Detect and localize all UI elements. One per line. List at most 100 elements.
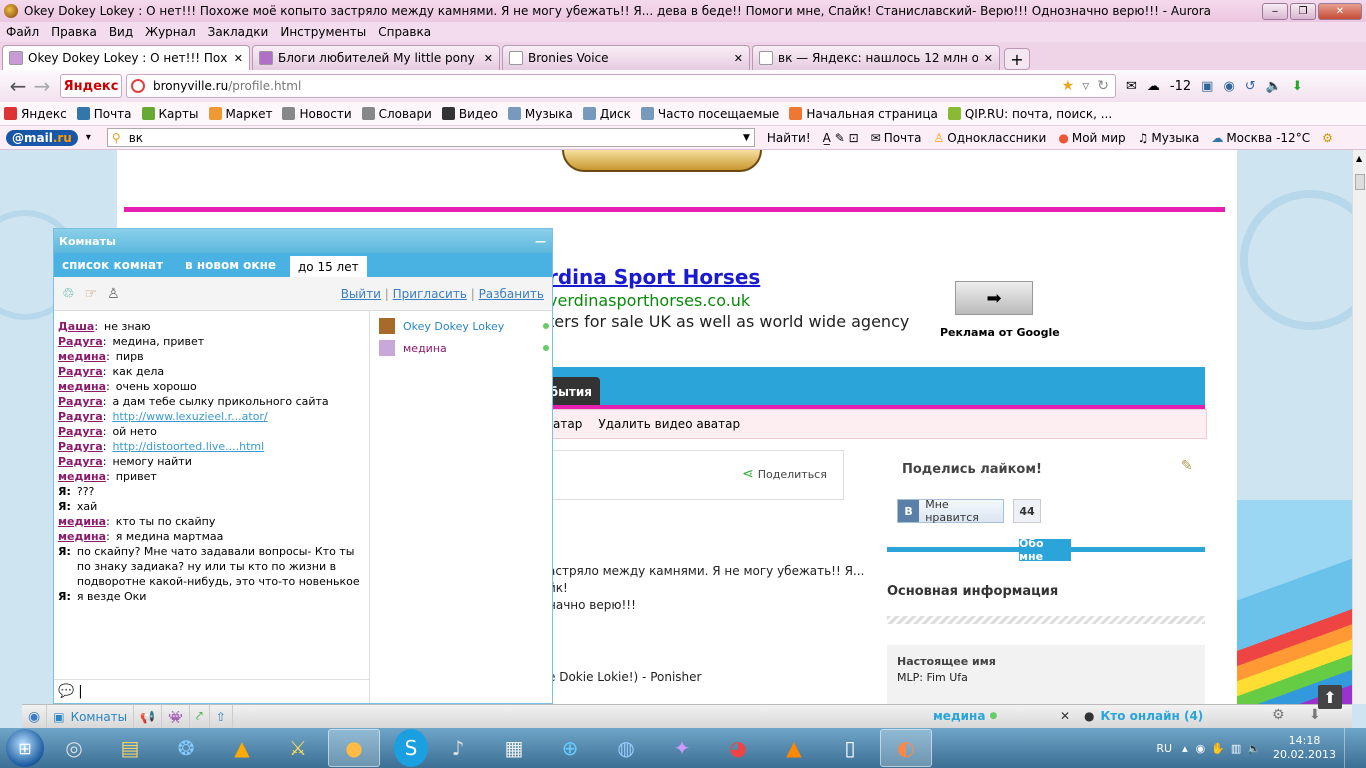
start-button[interactable]: ⊞	[6, 729, 44, 767]
url-bar[interactable]: bronyville.ru/profile.html ★ ▿ ↻	[126, 74, 1116, 98]
close-button[interactable]: ✕	[1318, 2, 1362, 20]
chat-message-input[interactable]: 💬 |	[54, 679, 369, 703]
taskbar-app-icon[interactable]: ❂	[160, 729, 212, 767]
search-dropdown-icon[interactable]: ▼	[743, 133, 750, 143]
chat-user-name[interactable]: медина	[403, 342, 447, 355]
upload-icon[interactable]: ⇧	[210, 704, 233, 729]
invader-icon[interactable]: 👾	[162, 704, 191, 729]
chat-nick[interactable]: Радуга	[58, 424, 103, 439]
tray-up-icon[interactable]: ▴	[1182, 742, 1188, 755]
menu-item[interactable]: Файл	[6, 25, 39, 39]
pencil-icon[interactable]: ✎	[1181, 458, 1193, 474]
scroll-up-icon[interactable]: ▲	[1356, 154, 1362, 163]
vlc-icon[interactable]: ▲	[768, 729, 820, 767]
rooms-button[interactable]: ▣ Комнаты	[47, 704, 135, 729]
taskbar-app-icon[interactable]: ⚔	[272, 729, 324, 767]
forward-button[interactable]: →	[30, 74, 54, 98]
moy-mir-link[interactable]: ● Мой мир	[1058, 131, 1125, 145]
chat-minimize-button[interactable]: —	[535, 235, 546, 248]
bookmark-item[interactable]: Словари	[361, 107, 432, 121]
taskbar-app-icon[interactable]: ◎	[48, 729, 100, 767]
network-tray-icon[interactable]: ▥	[1231, 742, 1241, 755]
download-icon[interactable]: ⬇	[1292, 79, 1303, 94]
toolbar-menu-icon[interactable]: ▾	[86, 132, 91, 143]
chat-link[interactable]: http://www.lexuzieel.r...ator/	[112, 409, 267, 424]
tray-app-icon[interactable]: ◉	[1196, 742, 1206, 755]
bookmark-item[interactable]: Начальная страница	[789, 107, 938, 121]
bookmark-item[interactable]: Диск	[582, 107, 631, 121]
speaker-icon[interactable]: 🔈	[1266, 79, 1282, 94]
find-button[interactable]: Найти!	[767, 131, 811, 145]
mailru-search-input[interactable]: ⚲ вк ▼	[106, 128, 755, 147]
mail-icon[interactable]: ✉	[1126, 79, 1137, 94]
language-indicator[interactable]: RU	[1156, 742, 1172, 755]
megaphone-icon[interactable]: 📢	[134, 704, 163, 729]
chat-nick[interactable]: медина	[58, 469, 106, 484]
chat-nick[interactable]: Радуга	[58, 394, 103, 409]
bookmark-item[interactable]: Яндекс	[4, 107, 67, 121]
music-link[interactable]: ♫ Музыка	[1138, 131, 1200, 145]
ad-title-link[interactable]: rdina Sport Horses	[548, 265, 760, 289]
bookmark-item[interactable]: Новости	[282, 107, 352, 121]
browser-tab[interactable]: Bronies Voice ✕	[502, 45, 750, 70]
menu-item[interactable]: Справка	[378, 25, 431, 39]
dropdown-icon[interactable]: ▿	[1082, 78, 1089, 94]
who-online-button[interactable]: ● Кто онлайн (4)	[1084, 705, 1203, 727]
chrome-icon[interactable]: ◕	[712, 729, 764, 767]
yandex-button[interactable]: Яндекс	[60, 74, 122, 98]
chat-nick[interactable]: Радуга	[58, 439, 103, 454]
hand-icon[interactable]: ☞	[85, 286, 98, 302]
chat-nick[interactable]: медина	[58, 514, 106, 529]
tab-close-icon[interactable]: ✕	[484, 52, 493, 65]
bookmark-manager-icon[interactable]: ▣	[1201, 79, 1213, 94]
mailru-logo[interactable]: @mail.ru	[6, 129, 78, 146]
bookmark-item[interactable]: Музыка	[507, 107, 573, 121]
chat-tab-medina[interactable]: медина ● ✕	[928, 705, 1076, 727]
unban-link[interactable]: Разбанить	[479, 287, 544, 301]
chat-nick[interactable]: Даша	[58, 319, 94, 334]
bookmark-item[interactable]: QIP.RU: почта, поиск, ...	[947, 107, 1112, 121]
bookmark-item[interactable]: Часто посещаемые	[640, 107, 779, 121]
chat-nick[interactable]: Радуга	[58, 364, 103, 379]
chat-nick[interactable]: медина	[58, 529, 106, 544]
tab-close-icon[interactable]: ✕	[734, 52, 743, 65]
bookmark-item[interactable]: Почта	[76, 107, 132, 121]
toolbar-mail-link[interactable]: ✉ Почта	[871, 131, 922, 145]
page-scrollbar[interactable]: ▲	[1352, 150, 1366, 704]
highlight-icon[interactable]: A̲ ✎ ⊡	[823, 131, 859, 145]
browser-tab[interactable]: вк — Яндекс: нашлось 12 млн ответ... ✕	[752, 45, 1000, 70]
tab-room-list[interactable]: список комнат	[54, 253, 171, 277]
delete-video-avatar-link[interactable]: Удалить видео аватар	[598, 417, 740, 431]
chat-user-name[interactable]: Okey Dokey Lokey	[403, 320, 504, 333]
volume-icon[interactable]: 🔈	[1247, 742, 1261, 755]
settings-gear-icon[interactable]: ⚙	[1322, 131, 1333, 145]
back-button[interactable]: ←	[6, 74, 30, 98]
scrollbar-thumb[interactable]	[1355, 174, 1365, 190]
menu-item[interactable]: Вид	[109, 25, 133, 39]
browser-tab[interactable]: Блоги любителей My little pony - Б... ✕	[252, 45, 500, 70]
share-icon[interactable]: ⤤	[190, 704, 210, 729]
chat-collapse-icon[interactable]: ⬇	[1309, 707, 1321, 723]
menu-item[interactable]: Инструменты	[280, 25, 366, 39]
share-button[interactable]: ⋖ Поделиться	[742, 466, 827, 482]
bookmark-item[interactable]: Видео	[441, 107, 498, 121]
avatar-link[interactable]: атар	[553, 417, 582, 431]
explorer-icon[interactable]: ▤	[104, 729, 156, 767]
taskbar-app-icon[interactable]: ▦	[488, 729, 540, 767]
close-chat-icon[interactable]: ✕	[1060, 709, 1070, 723]
tab-close-icon[interactable]: ✕	[234, 52, 243, 65]
chat-nick[interactable]: медина	[58, 379, 106, 394]
chat-logo-icon[interactable]: ◉	[22, 704, 48, 729]
browser-tab[interactable]: Okey Dokey Lokey : О нет!!! Похоже ... ✕	[2, 45, 250, 70]
ad-arrow-button[interactable]: ➡	[955, 281, 1033, 315]
reload-icon[interactable]: ↻	[1097, 78, 1109, 94]
pony-icon[interactable]: ✦	[656, 729, 708, 767]
odnoklassniki-link[interactable]: ♙ Одноклассники	[934, 131, 1047, 145]
room-icon[interactable]: ♲	[62, 286, 75, 302]
clock[interactable]: 14:18 20.02.2013	[1273, 734, 1336, 762]
ad-url[interactable]: verdinasporthorses.co.uk	[548, 291, 750, 310]
star-icon[interactable]: ★	[1062, 78, 1075, 94]
menu-item[interactable]: Правка	[51, 25, 97, 39]
taskbar-app-icon[interactable]: ◐	[880, 729, 932, 767]
menu-item[interactable]: Журнал	[145, 25, 196, 39]
